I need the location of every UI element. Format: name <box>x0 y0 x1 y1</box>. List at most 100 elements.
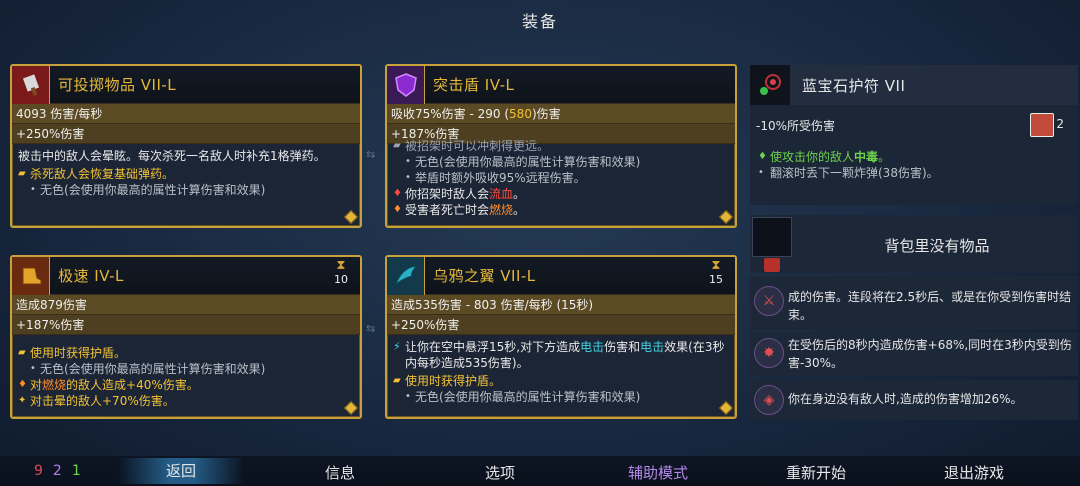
desc-highlight: 电击 <box>640 340 665 354</box>
cooldown-value: 15 <box>709 273 723 286</box>
effect-text: 无色(会使用你最高的属性计算伤害和效果) <box>40 362 266 376</box>
effect-line: ▰ 被招架时可以冲刺得更远。 <box>393 138 729 154</box>
effect-line: ♦ 受害者死亡时会燃烧。 <box>393 202 729 218</box>
vengeance-mutation-icon: ✸ <box>754 338 784 368</box>
back-button[interactable]: 返回 <box>118 458 244 484</box>
bullet-icon: • <box>758 167 764 178</box>
info-button[interactable]: 信息 <box>310 462 370 483</box>
effect-suffix: 的敌人造成+40%伤害。 <box>66 378 199 392</box>
corner-gem-icon <box>343 209 359 225</box>
effect-line: ▰ 使用时获得护盾。 <box>18 345 354 361</box>
item-name: 突击盾 IV-L <box>433 76 515 94</box>
effect-text: 杀死敌人会恢复基础弹药。 <box>30 167 175 181</box>
page-title: 装备 <box>521 12 558 31</box>
bullet-icon: • <box>405 391 411 402</box>
mutation-item[interactable]: ✸ 在受伤后的8秒内造成伤害+68%,同时在3秒内受到伤害-30%。 <box>750 332 1078 376</box>
bleed-icon: ♦ <box>393 188 402 199</box>
desc-text: 让你在空中悬浮15秒,对下方造成 <box>405 340 581 354</box>
card-header: 乌鸦之翼 VII-L ⧗ 15 <box>387 257 735 295</box>
effect-line: ♦ 使攻击你的敌人中毒。 <box>758 149 939 165</box>
effect-highlight: 燃烧 <box>42 378 67 392</box>
desc-text: 伤害和 <box>604 340 641 354</box>
effect-line: ✦ 对击晕的敌人+70%伤害。 <box>18 393 354 409</box>
amulet-count: 2 <box>1056 117 1064 131</box>
bullet-icon: • <box>30 363 36 374</box>
desc-highlight: 电击 <box>580 340 605 354</box>
item-card-crow-wings[interactable]: 乌鸦之翼 VII-L ⧗ 15 造成535伤害 - 803 伤害/每秒 (15秒)… <box>385 255 737 419</box>
assist-mode-button[interactable]: 辅助模式 <box>610 462 706 483</box>
cooldown: ⧗ 15 <box>707 259 725 287</box>
effect-highlight: 流血 <box>489 187 514 201</box>
hourglass-icon: ⧗ <box>336 258 346 273</box>
quit-game-button[interactable]: 退出游戏 <box>926 462 1022 483</box>
backpack-empty-text: 背包里没有物品 <box>884 237 990 255</box>
effect-text: 无色(会使用你最高的属性计算伤害和效果) <box>40 183 266 197</box>
bottom-menu-bar: 921 返回 信息 选项 辅助模式 重新开始 退出游戏 <box>0 456 1080 486</box>
brutality-count: 9 <box>34 463 43 479</box>
restart-button[interactable]: 重新开始 <box>768 462 864 483</box>
fire-icon: ♦ <box>393 204 402 215</box>
effect-line: ▰ 杀死敌人会恢复基础弹药。 <box>18 166 354 182</box>
mutation-text: 你在身边没有敌人时,造成的伤害增加26%。 <box>788 392 1023 406</box>
effect-line: • 无色(会使用你最高的属性计算伤害和效果) <box>393 389 729 405</box>
effect-text: 使攻击你的敌人 <box>770 150 855 164</box>
absorb-text: 吸收75%伤害 - 290 ( <box>391 107 510 121</box>
item-card-throwable[interactable]: 可投掷物品 VII-L 4093 伤害/每秒 +250%伤害 被击中的敌人会晕眩… <box>10 64 362 228</box>
item-name: 可投掷物品 VII-L <box>58 76 177 94</box>
effect-line: ▰ 使用时获得护盾。 <box>393 373 729 389</box>
effect-text: 你招架时敌人会 <box>405 187 490 201</box>
item-damage-bonus: +250%伤害 <box>12 124 360 144</box>
poison-icon: ♦ <box>758 151 767 162</box>
effect-highlight: 燃烧 <box>489 203 514 217</box>
swap-arrow-icon: ⇆ <box>366 322 376 335</box>
amulet-icon <box>750 65 790 105</box>
bullet-icon: • <box>405 156 411 167</box>
effect-suffix: 。 <box>878 150 891 164</box>
effect-text: 无色(会使用你最高的属性计算伤害和效果) <box>415 155 641 169</box>
mutation-text: 成的伤害。连段将在2.5秒后、或是在你受到伤害时结束。 <box>788 290 1072 322</box>
effect-text: 举盾时额外吸收95%远程伤害。 <box>415 171 586 185</box>
amulet-stat: -10%所受伤害 <box>756 119 836 133</box>
item-description: ▰ 使用时获得护盾。 • 无色(会使用你最高的属性计算伤害和效果) ♦ 对燃烧的敌人造… <box>12 335 360 411</box>
effect-text: 对击晕的敌人+70%伤害。 <box>30 394 175 408</box>
effect-text: 对 <box>30 378 43 392</box>
item-damage-bonus: +250%伤害 <box>387 315 735 335</box>
item-desc-text: 被击中的敌人会晕眩。每次杀死一名敌人时补充1格弹药。 <box>18 149 326 163</box>
item-card-speed[interactable]: 极速 IV-L ⧗ 10 造成879伤害 +187%伤害 ▰ 使用时获得护盾。 • 无… <box>10 255 362 419</box>
tactics-count: 2 <box>52 463 62 479</box>
survival-count: 1 <box>71 463 81 479</box>
bullet-icon: ▰ <box>393 140 401 151</box>
bullet-icon: • <box>30 184 36 195</box>
amulet-effects: ♦ 使攻击你的敌人中毒。 • 翻滚时丢下一颗炸弹(38伤害)。 <box>758 149 939 181</box>
bullet-icon: ▰ <box>18 347 26 358</box>
effect-line: ♦ 对燃烧的敌人造成+40%伤害。 <box>18 377 354 393</box>
backpack-slot[interactable] <box>752 217 792 257</box>
bullet-icon: • <box>405 172 411 183</box>
item-description: ▰ 被招架时可以冲刺得更远。 • 无色(会使用你最高的属性计算伤害和效果) • 举盾时… <box>387 138 735 220</box>
lightning-icon: ⚡ <box>393 340 401 353</box>
item-damage: 造成879伤害 <box>12 295 360 315</box>
swap-arrow-icon: ⇆ <box>366 148 376 161</box>
item-name: 乌鸦之翼 VII-L <box>433 267 536 285</box>
absorb-value: 580 <box>509 107 532 121</box>
mutation-text: 在受伤后的8秒内造成伤害+68%,同时在3秒内受到伤害-30%。 <box>788 338 1072 370</box>
options-button[interactable]: 选项 <box>470 462 530 483</box>
item-description: 被击中的敌人会晕眩。每次杀死一名敌人时补充1格弹药。 ▰ 杀死敌人会恢复基础弹药。… <box>12 144 360 200</box>
card-header: 突击盾 IV-L <box>387 66 735 104</box>
cooldown-value: 10 <box>334 273 348 286</box>
mutation-item[interactable]: ⚔ 成的伤害。连段将在2.5秒后、或是在你受到伤害时结束。 <box>750 276 1078 330</box>
effect-suffix: 。 <box>513 203 526 217</box>
effect-text: 使用时获得护盾。 <box>405 374 502 388</box>
effect-highlight: 中毒 <box>854 150 879 164</box>
amulet-panel[interactable]: 蓝宝石护符 VII -10%所受伤害 2 ♦ 使攻击你的敌人中毒。 • 翻滚时丢下一… <box>750 65 1078 205</box>
speed-boots-icon <box>12 257 50 295</box>
shield-icon <box>387 66 425 104</box>
item-card-shield[interactable]: 突击盾 IV-L 吸收75%伤害 - 290 (580)伤害 +187%伤害 ▰… <box>385 64 737 228</box>
bullet-icon: ▰ <box>393 375 401 386</box>
cooldown: ⧗ 10 <box>332 258 350 287</box>
combo-mutation-icon: ⚔ <box>754 286 784 316</box>
effect-line: • 无色(会使用你最高的属性计算伤害和效果) <box>393 154 729 170</box>
mutation-item[interactable]: ◈ 你在身边没有敌人时,造成的伤害增加26%。 <box>750 380 1078 420</box>
backpack-panel[interactable]: 背包里没有物品 <box>750 215 1078 273</box>
item-dps: 4093 伤害/每秒 <box>12 104 360 124</box>
